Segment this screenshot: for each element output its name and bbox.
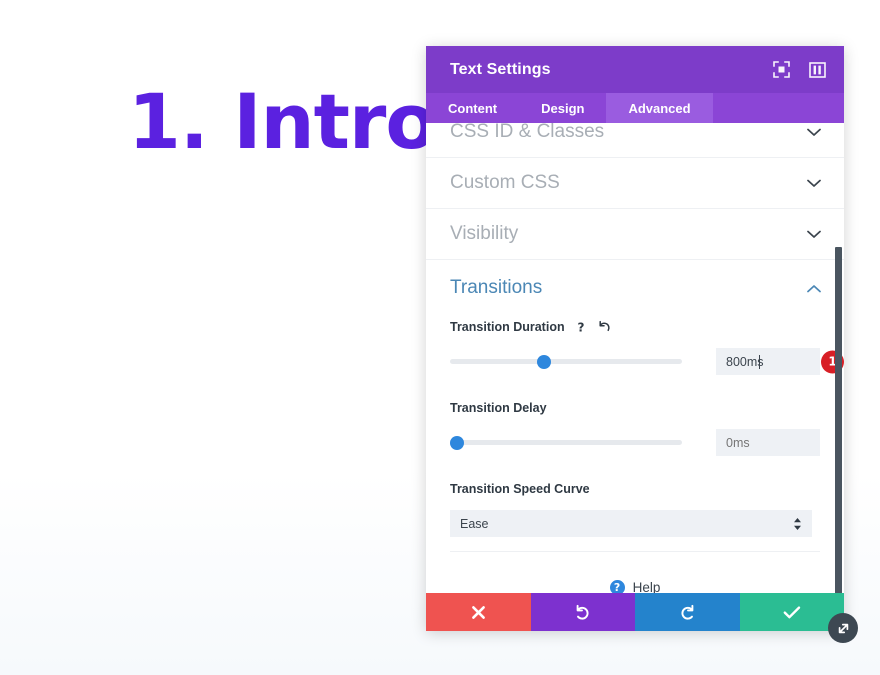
question-mark-icon[interactable]: ? (574, 320, 588, 335)
modal-body: CSS ID & Classes Custom CSS Visibility T… (426, 123, 844, 593)
tab-content[interactable]: Content (426, 93, 519, 123)
modal-footer (426, 593, 844, 631)
select-stepper-arrows-icon[interactable] (793, 517, 802, 531)
vertical-scrollbar[interactable] (835, 247, 842, 593)
chevron-up-icon[interactable] (806, 280, 822, 296)
modal-header: Text Settings (426, 46, 844, 93)
slider-handle[interactable] (537, 354, 552, 369)
transition-duration-label: Transition Duration (450, 320, 565, 334)
accordion-visibility[interactable]: Visibility (426, 209, 844, 260)
text-caret (759, 355, 760, 369)
redo-icon (681, 604, 694, 620)
undo-button[interactable] (530, 593, 635, 631)
select-value: Ease (460, 516, 489, 531)
cancel-button[interactable] (426, 593, 531, 631)
chevron-down-icon[interactable] (806, 124, 822, 140)
panel-layout-icon[interactable] (808, 61, 826, 79)
text-settings-modal: Text Settings Content Design Advanced CS… (426, 46, 858, 643)
transition-delay-label: Transition Delay (450, 401, 547, 415)
reset-undo-icon[interactable] (597, 320, 611, 334)
transition-duration-slider[interactable] (450, 354, 682, 370)
expand-view-icon[interactable] (772, 61, 790, 79)
slider-track (450, 440, 682, 445)
transition-speed-curve-select-wrap: Ease (450, 510, 812, 537)
transition-delay-slider[interactable] (450, 435, 682, 451)
modal-tab-bar: Content Design Advanced (426, 93, 844, 123)
chevron-down-icon[interactable] (806, 226, 822, 242)
transition-duration-value-wrap: 1 (716, 348, 844, 375)
accordion-label: CSS ID & Classes (450, 123, 605, 142)
slider-handle[interactable] (450, 435, 464, 450)
svg-text:?: ? (577, 321, 584, 335)
help-label: Help (632, 580, 661, 593)
tab-design[interactable]: Design (519, 93, 606, 123)
transition-duration-control-row: 1 (450, 348, 844, 375)
accordion-transitions[interactable]: Transitions (426, 260, 844, 316)
accordion-label: Visibility (450, 223, 519, 244)
transition-duration-label-row: Transition Duration ? (450, 320, 820, 334)
modal-title: Text Settings (450, 60, 551, 78)
accordion-label: Transitions (450, 277, 543, 298)
transition-delay-label-row: Transition Delay (450, 401, 820, 415)
transition-speed-curve-label-row: Transition Speed Curve (450, 482, 820, 496)
chevron-down-icon[interactable] (806, 175, 822, 191)
transition-delay-control-row (450, 429, 820, 456)
accordion-custom-css[interactable]: Custom CSS (426, 158, 844, 209)
transition-duration-input[interactable] (716, 348, 820, 375)
transition-delay-input[interactable] (716, 429, 820, 456)
close-x-icon (471, 605, 485, 619)
accordion-label: Custom CSS (450, 172, 560, 193)
help-link[interactable]: ? Help (450, 551, 820, 593)
diagonal-resize-arrow-icon (838, 623, 848, 633)
modal-header-actions (772, 61, 826, 79)
slider-track (450, 359, 682, 364)
page-heading: 1. Intro (128, 77, 438, 166)
tab-advanced[interactable]: Advanced (606, 93, 713, 123)
redo-button[interactable] (635, 593, 740, 631)
question-circle-icon: ? (609, 580, 625, 593)
transitions-panel: Transition Duration ? 800ms 1 Transition… (426, 316, 844, 593)
checkmark-icon (783, 605, 800, 618)
transition-speed-curve-label: Transition Speed Curve (450, 482, 590, 496)
transition-speed-curve-select[interactable]: Ease (450, 510, 812, 537)
accordion-css-id-classes[interactable]: CSS ID & Classes (426, 123, 844, 158)
transition-delay-value-wrap (716, 429, 820, 456)
undo-icon (576, 604, 589, 620)
resize-handle[interactable] (828, 613, 858, 643)
